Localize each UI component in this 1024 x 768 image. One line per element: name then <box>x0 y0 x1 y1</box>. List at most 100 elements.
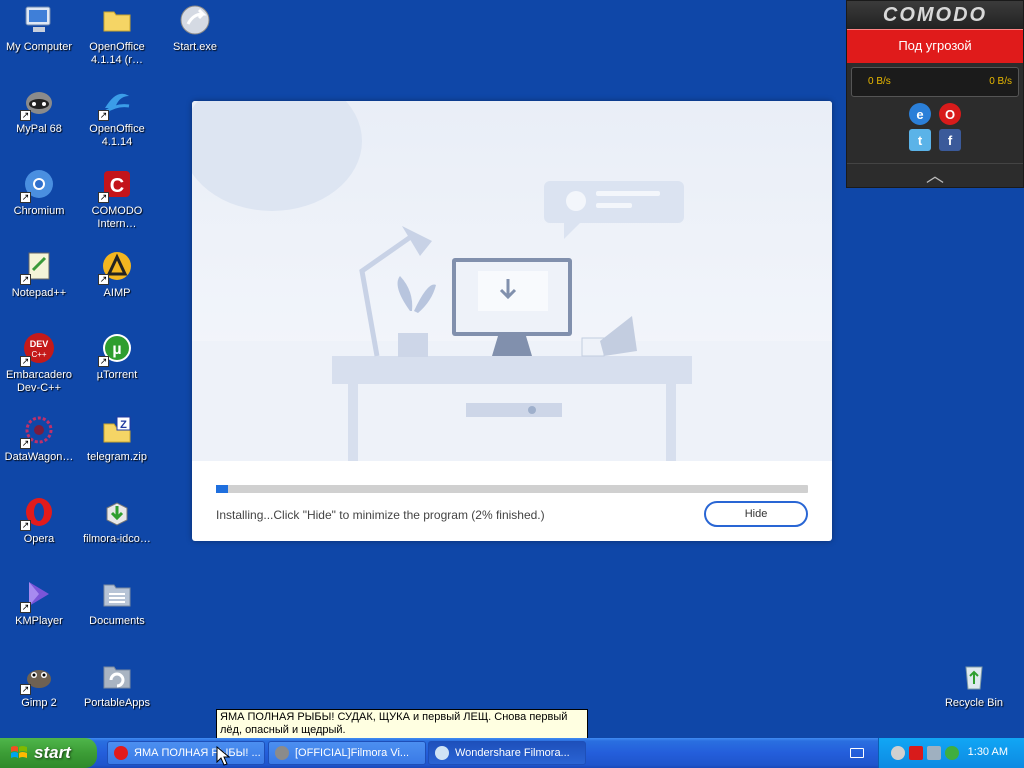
traffic-in-value: 0 B/s <box>868 76 891 87</box>
desktop-icon-label: Recycle Bin <box>944 697 1004 709</box>
desktop-icon-start-exe[interactable]: Start.exe <box>156 3 234 54</box>
shortcut-arrow-icon: ↗ <box>98 274 109 285</box>
kmplayer-icon: ↗ <box>20 577 56 613</box>
comodo-widget: COMODO Под угрозой 0 B/s 0 B/s e O t f ︿ <box>846 0 1024 188</box>
volume-icon[interactable] <box>927 746 941 760</box>
desktop-icon-label: µTorrent <box>96 369 138 381</box>
desktop-icon-opera[interactable]: ↗ Opera <box>0 495 78 546</box>
shortcut-arrow-icon: ↗ <box>98 192 109 203</box>
desktop-icon-devcpp[interactable]: DEV C++ ↗ Embarcadero Dev-C++ <box>0 331 78 395</box>
system-tray: 1:30 AM <box>878 738 1024 768</box>
taskbar-item-filmora[interactable]: Wondershare Filmora... <box>428 741 586 765</box>
installer-box-icon <box>100 495 134 529</box>
network-icon[interactable] <box>891 746 905 760</box>
comodo-threat-status[interactable]: Под угрозой <box>847 29 1023 63</box>
desktop-icon-documents[interactable]: Documents <box>78 577 156 628</box>
taskbar-item-label: Wondershare Filmora... <box>455 747 570 759</box>
windows-logo-icon <box>11 746 27 758</box>
shortcut-arrow-icon: ↗ <box>20 520 31 531</box>
desktop-icon-label: PortableApps <box>83 697 151 709</box>
chat-bubble <box>544 181 684 223</box>
desktop-icon-notepad[interactable]: ↗ Notepad++ <box>0 249 78 300</box>
aimp-icon: ↗ <box>98 249 134 285</box>
keyboard-icon[interactable] <box>850 748 864 758</box>
internet-explorer-icon[interactable]: e <box>909 103 931 125</box>
hide-button[interactable]: Hide <box>704 501 808 527</box>
comodo-traffic-meter: 0 B/s 0 B/s <box>851 67 1019 97</box>
facebook-icon[interactable]: f <box>939 129 961 151</box>
progress-bar <box>216 485 808 493</box>
shortcut-arrow-icon: ↗ <box>20 356 31 367</box>
desktop-icon-openoffice-folder[interactable]: OpenOffice 4.1.14 (r… <box>78 3 156 67</box>
desktop-icon-label: OpenOffice 4.1.14 <box>89 123 145 148</box>
desktop-icon-my-computer[interactable]: My Computer <box>0 3 78 54</box>
desktop-icon-label: Documents <box>89 615 145 627</box>
installer-window: Installing...Click "Hide" to minimize th… <box>192 101 832 541</box>
twitter-icon[interactable]: t <box>909 129 931 151</box>
start-button[interactable]: start <box>0 738 97 768</box>
clock[interactable]: 1:30 AM <box>968 746 1008 758</box>
opera-icon <box>114 746 128 760</box>
comodo-tray-icon[interactable] <box>909 746 923 760</box>
install-status-text: Installing...Click "Hide" to minimize th… <box>216 508 545 522</box>
installer-illustration <box>192 101 832 461</box>
desktop-icon-telegram-zip[interactable]: Z telegram.zip <box>78 413 156 464</box>
filmora-icon <box>435 746 449 760</box>
desktop-icon-label: OpenOffice 4.1.14 (r… <box>89 41 145 66</box>
utorrent-tray-icon[interactable] <box>945 746 959 760</box>
chevron-up-icon[interactable]: ︿ <box>847 163 1023 187</box>
chromium-icon: ↗ <box>20 167 56 203</box>
shortcut-arrow-icon: ↗ <box>20 192 31 203</box>
comodo-shortcuts-row-2: t f <box>847 127 1023 153</box>
desktop-icon-label: COMODO Intern… <box>91 205 143 230</box>
opera-icon[interactable]: O <box>939 103 961 125</box>
desktop-icon-mypal[interactable]: ↗ MyPal 68 <box>0 85 78 136</box>
desktop-icon-label: DataWagon… <box>4 451 74 463</box>
documents-folder-icon <box>100 577 134 611</box>
shortcut-arrow-icon: ↗ <box>98 110 109 121</box>
desktop-icon-datawagon[interactable]: ↗ DataWagon… <box>0 413 78 464</box>
desktop-icon-label: Chromium <box>13 205 65 217</box>
desktop-icon-portableapps[interactable]: PortableApps <box>78 659 156 710</box>
raccoon-icon <box>275 746 289 760</box>
desktop-icon-aimp[interactable]: ↗ AIMP <box>78 249 156 300</box>
desktop-icon-comodo[interactable]: C ↗ COMODO Intern… <box>78 167 156 231</box>
desktop-icon-utorrent[interactable]: µ ↗ µTorrent <box>78 331 156 382</box>
desktop-icon-label: KMPlayer <box>15 615 63 627</box>
notepad-icon: ↗ <box>20 249 56 285</box>
datawagon-icon: ↗ <box>20 413 56 449</box>
svg-text:DEV: DEV <box>30 339 49 349</box>
progress-bar-fill <box>216 485 228 493</box>
svg-text:C: C <box>110 175 124 197</box>
utorrent-icon: µ ↗ <box>98 331 134 367</box>
desktop-icon-label: MyPal 68 <box>16 123 62 135</box>
svg-text:µ: µ <box>112 341 121 358</box>
desktop-icon-recycle-bin[interactable]: Recycle Bin <box>935 659 1013 710</box>
desktop-icon-chromium[interactable]: ↗ Chromium <box>0 167 78 218</box>
desktop-icon-gimp[interactable]: ↗ Gimp 2 <box>0 659 78 710</box>
desktop-icon-kmplayer[interactable]: ↗ KMPlayer <box>0 577 78 628</box>
svg-text:Z: Z <box>120 419 127 431</box>
zip-folder-icon: Z <box>100 413 134 447</box>
desktop-icon-label: filmora-idco… <box>83 533 151 545</box>
recycle-bin-icon <box>957 659 991 693</box>
globe-arrow-icon <box>178 3 212 37</box>
mouse-cursor-icon <box>216 746 230 766</box>
shortcut-arrow-icon: ↗ <box>20 274 31 285</box>
svg-text:C++: C++ <box>31 350 46 359</box>
shortcut-arrow-icon: ↗ <box>20 602 31 613</box>
desktop-icon-openoffice[interactable]: ↗ OpenOffice 4.1.14 <box>78 85 156 149</box>
desktop-icon-label: telegram.zip <box>87 451 147 463</box>
desktop-icon-label: Notepad++ <box>11 287 67 299</box>
desktop-icon-label: My Computer <box>5 41 73 53</box>
taskbar-item-opera[interactable]: ЯМА ПОЛНАЯ РЫБЫ! ... <box>107 741 265 765</box>
shortcut-arrow-icon: ↗ <box>98 356 109 367</box>
computer-icon <box>22 3 56 37</box>
desktop-icon-filmora-installer[interactable]: filmora-idco… <box>78 495 156 546</box>
taskbar-tooltip: ЯМА ПОЛНАЯ РЫБЫ! СУДАК, ЩУКА и первый ЛЕ… <box>216 709 588 739</box>
desktop-icon-label: Opera <box>23 533 55 545</box>
taskbar-item-label: [OFFICIAL]Filmora Vi... <box>295 747 410 759</box>
taskbar: start ЯМА ПОЛНАЯ РЫБЫ! ... [OFFICIAL]Fil… <box>0 738 1024 768</box>
comodo-shortcuts-row-1: e O <box>847 101 1023 127</box>
taskbar-item-mypal[interactable]: [OFFICIAL]Filmora Vi... <box>268 741 426 765</box>
